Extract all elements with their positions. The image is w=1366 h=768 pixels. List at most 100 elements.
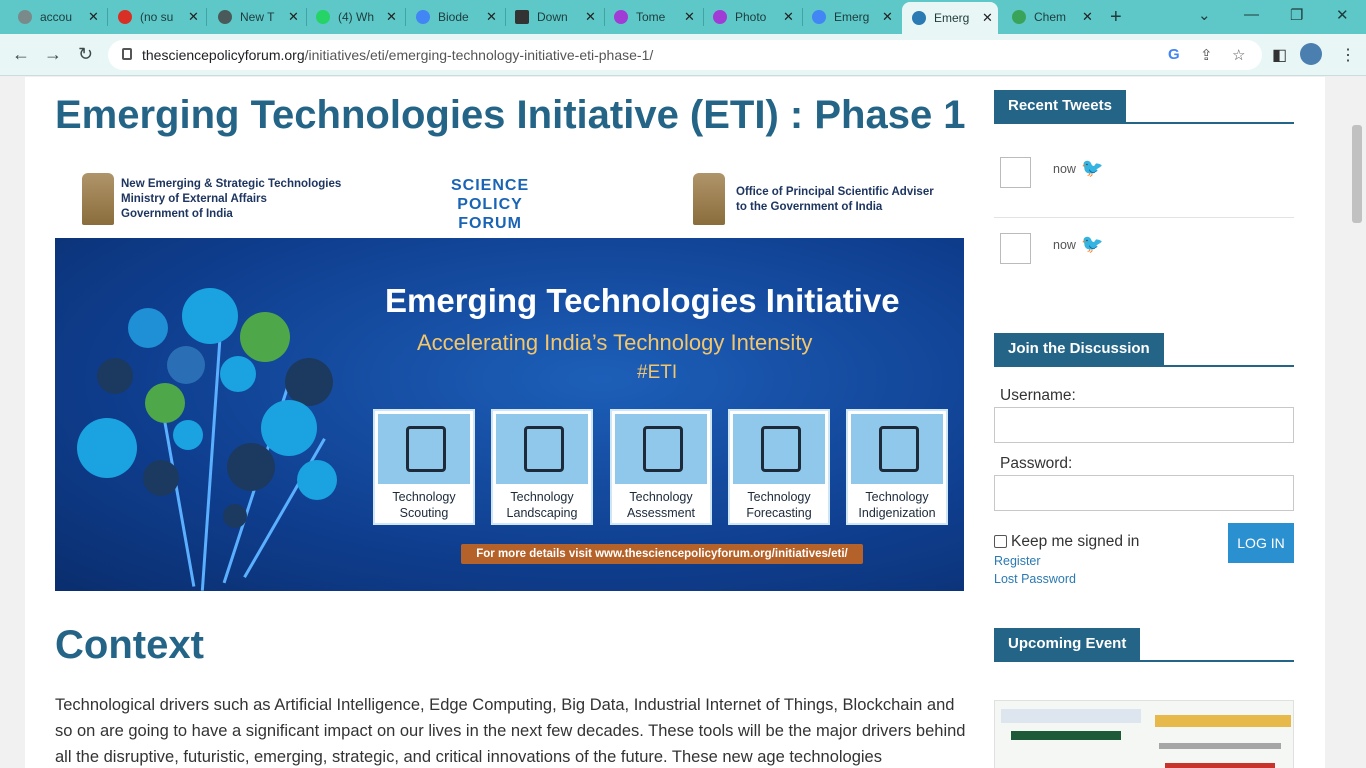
share-icon[interactable]: ⇪ [1200, 46, 1213, 64]
context-heading: Context [55, 623, 204, 668]
event-deadline-band [1165, 763, 1275, 768]
browser-tab[interactable]: Photo✕ [713, 4, 794, 30]
bitcoin-icon [77, 418, 137, 478]
battery-icon [220, 356, 256, 392]
browser-tab[interactable]: Tome✕ [614, 4, 695, 30]
tweet-item[interactable]: now 🐦 [994, 230, 1294, 290]
browser-tab[interactable]: Chem✕ [1012, 4, 1093, 30]
banner-left-org: New Emerging & Strategic Technologies Mi… [121, 177, 341, 222]
card-label: TechnologyIndigenization [848, 489, 946, 521]
minimize-button[interactable]: — [1244, 6, 1259, 23]
google-lens-icon[interactable]: G [1168, 46, 1180, 63]
spf-logo: SCIENCE POLICY FORUM [451, 176, 529, 233]
tech-card-assessment: TechnologyAssessment [610, 409, 712, 525]
password-field[interactable] [994, 475, 1294, 511]
card-label: TechnologyAssessment [612, 489, 710, 521]
blueprint-icon [524, 426, 564, 472]
restore-button[interactable]: ❐ [1290, 6, 1303, 24]
lost-password-link[interactable]: Lost Password [994, 572, 1076, 586]
register-link[interactable]: Register [994, 554, 1041, 568]
browser-tab[interactable]: Emerg✕ [812, 4, 893, 30]
address-bar: ← → ↻ thesciencepolicyforum.org/initiati… [0, 34, 1366, 76]
menu-icon[interactable]: ⋮ [1340, 45, 1356, 65]
url-field[interactable]: thesciencepolicyforum.org/initiatives/et… [108, 40, 1262, 70]
close-icon[interactable]: ✕ [288, 9, 299, 25]
forward-icon[interactable]: → [44, 44, 62, 65]
lock-icon [122, 48, 132, 60]
login-button[interactable]: LOG IN [1228, 523, 1294, 563]
download-icon [515, 10, 529, 24]
card-label: TechnologyForecasting [730, 489, 828, 521]
recent-tweets-heading: Recent Tweets [994, 90, 1294, 124]
close-icon[interactable]: ✕ [982, 10, 993, 26]
folder-icon [145, 383, 185, 423]
globe-circuit-icon [879, 426, 919, 472]
card-image [496, 414, 588, 484]
car-icon [223, 504, 247, 528]
upcoming-event-image[interactable] [994, 700, 1294, 768]
close-icon[interactable]: ✕ [386, 9, 397, 25]
tab-separator [306, 8, 307, 26]
tab-separator [206, 8, 207, 26]
event-date-band [1155, 715, 1291, 727]
close-icon[interactable]: ✕ [684, 9, 695, 25]
browser-tab[interactable]: New T✕ [218, 4, 299, 30]
card-image [851, 414, 943, 484]
browser-tab[interactable]: Down✕ [515, 4, 596, 30]
close-icon[interactable]: ✕ [882, 9, 893, 25]
url-text: thesciencepolicyforum.org/initiatives/et… [142, 47, 653, 63]
tweet-time: now [1053, 162, 1076, 176]
banner-hashtag: #ETI [637, 362, 677, 384]
banner-right-org: Office of Principal Scientific Adviser t… [736, 185, 934, 215]
close-icon[interactable]: ✕ [585, 9, 596, 25]
tech-card-scouting: TechnologyScouting [373, 409, 475, 525]
browser-tab[interactable]: accou✕ [18, 4, 99, 30]
page-title: Emerging Technologies Initiative (ETI) :… [55, 93, 966, 138]
reload-icon[interactable]: ↻ [78, 44, 93, 65]
india-emblem-icon [82, 173, 114, 225]
photo-icon [713, 10, 727, 24]
close-icon[interactable]: ✕ [188, 9, 199, 25]
chip-icon [97, 358, 133, 394]
password-label: Password: [1000, 455, 1072, 473]
username-field[interactable] [994, 407, 1294, 443]
twitter-bird-icon: 🐦 [1081, 158, 1103, 179]
keep-signed-in-checkbox[interactable] [994, 535, 1007, 548]
account-icon [18, 10, 32, 24]
twitter-bird-icon: 🐦 [1081, 234, 1103, 255]
close-icon[interactable]: ✕ [783, 9, 794, 25]
chrome-icon [218, 10, 232, 24]
side-panel-icon[interactable]: ◧ [1272, 45, 1287, 65]
card-label: TechnologyLandscaping [493, 489, 591, 521]
tome-icon [614, 10, 628, 24]
close-window-button[interactable]: ✕ [1336, 6, 1349, 24]
scrollbar-thumb[interactable] [1352, 125, 1362, 223]
chem-icon [1012, 10, 1026, 24]
assessment-icon [643, 426, 683, 472]
web-page: Emerging Technologies Initiative (ETI) :… [0, 77, 1366, 768]
tab-search-icon[interactable]: ⌄ [1198, 6, 1211, 24]
upcoming-event-heading: Upcoming Event [994, 628, 1294, 662]
tab-separator [107, 8, 108, 26]
tab-separator [604, 8, 605, 26]
close-icon[interactable]: ✕ [486, 9, 497, 25]
google-icon [416, 10, 430, 24]
tab-separator [802, 8, 803, 26]
india-emblem-icon [693, 173, 725, 225]
back-icon[interactable]: ← [12, 44, 30, 65]
browser-tab[interactable]: (4) Wh✕ [316, 4, 397, 30]
tweet-item[interactable]: now 🐦 [994, 154, 1294, 214]
binoculars-icon [761, 426, 801, 472]
browser-tab-active[interactable]: Emerg✕ [902, 2, 998, 34]
tech-card-forecasting: TechnologyForecasting [728, 409, 830, 525]
event-text-lines [1159, 743, 1281, 749]
browser-tab[interactable]: Biode✕ [416, 4, 497, 30]
new-tab-button[interactable]: + [1110, 6, 1122, 29]
tweet-time: now [1053, 238, 1076, 252]
profile-avatar[interactable] [1300, 43, 1322, 65]
bookmark-star-icon[interactable]: ☆ [1232, 46, 1245, 64]
map-search-icon [406, 426, 446, 472]
close-icon[interactable]: ✕ [88, 9, 99, 25]
close-icon[interactable]: ✕ [1082, 9, 1093, 25]
browser-tab[interactable]: (no su✕ [118, 4, 199, 30]
